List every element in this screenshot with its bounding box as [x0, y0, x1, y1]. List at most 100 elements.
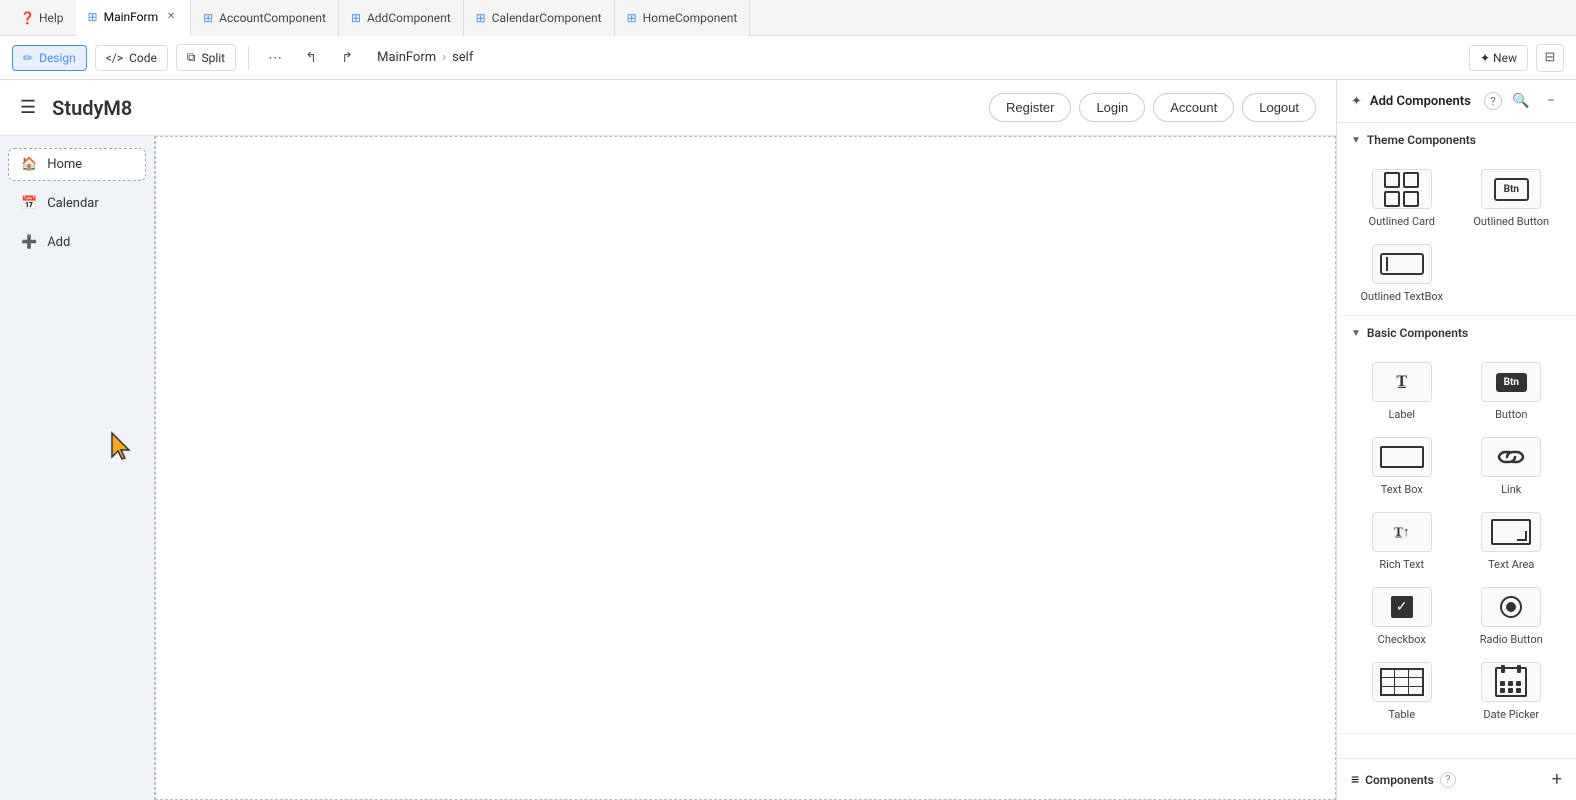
- split-button[interactable]: ⧉ Split: [176, 44, 236, 71]
- wand-icon: ✦: [1351, 94, 1362, 109]
- redo-button[interactable]: ↱: [333, 44, 361, 72]
- tab-account-component[interactable]: ⊞ AccountComponent: [191, 0, 339, 36]
- sidebar-item-home[interactable]: 🏠 Home: [8, 148, 146, 181]
- undo-button[interactable]: ↰: [297, 44, 325, 72]
- code-button[interactable]: </> Code: [95, 45, 168, 71]
- add-label: Add: [47, 235, 70, 250]
- button-icon: Btn: [1481, 362, 1541, 402]
- logout-button[interactable]: Logout: [1242, 93, 1316, 122]
- component-link[interactable]: Link: [1461, 437, 1563, 496]
- label-component-label: Label: [1388, 408, 1415, 421]
- tab-icon-home: ⊞: [627, 11, 637, 25]
- register-button[interactable]: Register: [989, 93, 1071, 122]
- radio-button-icon: [1481, 587, 1541, 627]
- breadcrumb-separator: ›: [442, 50, 446, 65]
- rich-text-label: Rich Text: [1379, 558, 1424, 571]
- tab-icon-account: ⊞: [203, 11, 213, 25]
- panel-header: ✦ Add Components ? 🔍 −: [1337, 80, 1576, 123]
- table-icon: [1372, 662, 1432, 702]
- design-icon: ✏: [23, 51, 33, 65]
- component-table[interactable]: Table: [1351, 662, 1453, 721]
- outlined-card-label: Outlined Card: [1369, 215, 1435, 228]
- cursor: [108, 431, 136, 463]
- hamburger-menu[interactable]: ☰: [20, 97, 36, 118]
- right-panel: ✦ Add Components ? 🔍 − ▼ Theme Component…: [1336, 80, 1576, 800]
- tab-main-form[interactable]: ⊞ MainForm ✕: [76, 0, 192, 36]
- main-layout: ☰ StudyM8 Register Login Account Logout …: [0, 80, 1576, 800]
- outlined-textbox-icon: [1372, 244, 1432, 284]
- theme-section-header[interactable]: ▼ Theme Components: [1337, 123, 1576, 157]
- component-outlined-card[interactable]: Outlined Card: [1351, 169, 1453, 228]
- label-icon: T̲: [1372, 362, 1432, 402]
- tab-home-component[interactable]: ⊞ HomeComponent: [615, 0, 751, 36]
- date-picker-label: Date Picker: [1483, 708, 1539, 721]
- link-icon: [1481, 437, 1541, 477]
- app-header: ☰ StudyM8 Register Login Account Logout: [0, 80, 1336, 136]
- more-options-button[interactable]: ⋯: [261, 44, 289, 72]
- checkbox-label: Checkbox: [1378, 633, 1426, 646]
- help-tab[interactable]: ❓ Help: [8, 0, 76, 36]
- component-rich-text[interactable]: T̲↑ Rich Text: [1351, 512, 1453, 571]
- new-button-label: ✦ New: [1480, 51, 1517, 65]
- theme-chevron-icon: ▼: [1351, 135, 1361, 146]
- canvas-area[interactable]: ☰ StudyM8 Register Login Account Logout …: [0, 80, 1336, 800]
- app-nav: Register Login Account Logout: [989, 93, 1316, 122]
- text-area-label: Text Area: [1488, 558, 1534, 571]
- home-label: Home: [47, 157, 82, 172]
- panel-scroll[interactable]: ▼ Theme Components: [1337, 123, 1576, 758]
- component-outlined-button[interactable]: Btn Outlined Button: [1461, 169, 1563, 228]
- outlined-button-icon: Btn: [1481, 169, 1541, 209]
- theme-components-section: ▼ Theme Components: [1337, 123, 1576, 316]
- home-icon: 🏠: [21, 157, 37, 172]
- button-component-label: Button: [1495, 408, 1527, 421]
- component-outlined-textbox[interactable]: Outlined TextBox: [1351, 244, 1453, 303]
- app-sidebar: 🏠 Home 📅 Calendar ➕ Add: [0, 136, 155, 800]
- link-label: Link: [1501, 483, 1521, 496]
- layout-toggle-button[interactable]: ⊟: [1536, 44, 1564, 72]
- text-box-icon: [1372, 437, 1432, 477]
- date-picker-icon: [1481, 662, 1541, 702]
- calendar-icon: 📅: [21, 196, 37, 211]
- panel-help-icon[interactable]: ?: [1484, 92, 1502, 110]
- panel-title: Add Components: [1370, 94, 1476, 109]
- design-button[interactable]: ✏ Design: [12, 45, 87, 71]
- sidebar-item-add[interactable]: ➕ Add: [8, 226, 146, 259]
- code-icon: </>: [106, 51, 123, 65]
- basic-section-header[interactable]: ▼ Basic Components: [1337, 316, 1576, 350]
- component-date-picker[interactable]: Date Picker: [1461, 662, 1563, 721]
- tab-icon-add: ⊞: [351, 11, 361, 25]
- component-button[interactable]: Btn Button: [1461, 362, 1563, 421]
- help-icon: ❓: [20, 11, 35, 25]
- login-button[interactable]: Login: [1079, 93, 1145, 122]
- tab-calendar-component[interactable]: ⊞ CalendarComponent: [464, 0, 615, 36]
- panel-collapse-button[interactable]: −: [1540, 90, 1562, 112]
- panel-search-button[interactable]: 🔍: [1510, 90, 1532, 112]
- checkbox-icon: ✓: [1372, 587, 1432, 627]
- breadcrumb-self[interactable]: self: [452, 50, 473, 65]
- app-content: [155, 136, 1336, 800]
- tab-icon-main-form: ⊞: [88, 10, 98, 24]
- toolbar-right: ✦ New ⊟: [1469, 44, 1564, 72]
- toolbar: ✏ Design </> Code ⧉ Split ⋯ ↰ ↱ MainForm…: [0, 36, 1576, 80]
- tab-bar: ❓ Help ⊞ MainForm ✕ ⊞ AccountComponent ⊞…: [0, 0, 1576, 36]
- panel-footer: ≡ Components ? +: [1337, 758, 1576, 800]
- table-label: Table: [1388, 708, 1415, 721]
- basic-section-title: Basic Components: [1367, 326, 1468, 340]
- component-text-box[interactable]: Text Box: [1351, 437, 1453, 496]
- component-text-area[interactable]: Text Area: [1461, 512, 1563, 571]
- tab-close-main-form[interactable]: ✕: [164, 10, 178, 24]
- tab-add-component[interactable]: ⊞ AddComponent: [339, 0, 464, 36]
- radio-button-label: Radio Button: [1480, 633, 1543, 646]
- breadcrumb-form[interactable]: MainForm: [377, 50, 436, 65]
- basic-chevron-icon: ▼: [1351, 328, 1361, 339]
- component-checkbox[interactable]: ✓ Checkbox: [1351, 587, 1453, 646]
- split-icon: ⧉: [187, 50, 196, 65]
- account-button[interactable]: Account: [1153, 93, 1234, 122]
- app-logo: StudyM8: [52, 96, 132, 120]
- add-component-button[interactable]: +: [1552, 769, 1562, 790]
- theme-section-title: Theme Components: [1367, 133, 1476, 147]
- component-label[interactable]: T̲ Label: [1351, 362, 1453, 421]
- new-button[interactable]: ✦ New: [1469, 45, 1528, 71]
- component-radio-button[interactable]: Radio Button: [1461, 587, 1563, 646]
- sidebar-item-calendar[interactable]: 📅 Calendar: [8, 187, 146, 220]
